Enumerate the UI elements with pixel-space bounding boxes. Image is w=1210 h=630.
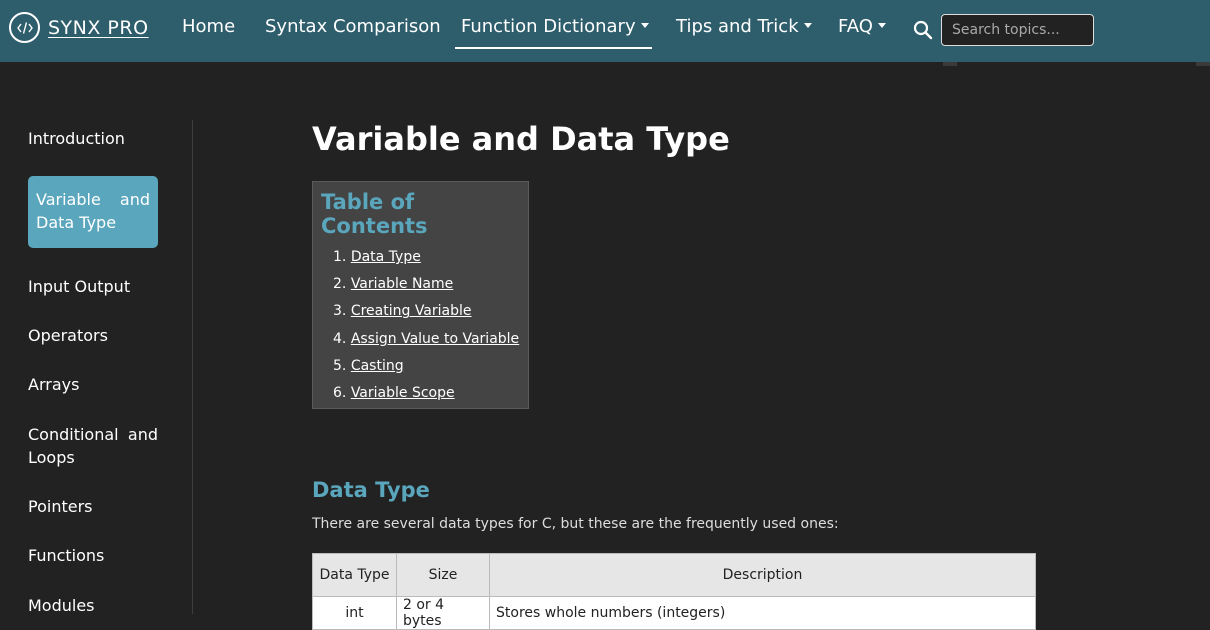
toc-title: Table of Contents — [321, 190, 428, 238]
toc-link-variable-name[interactable]: Variable Name — [351, 276, 453, 292]
caret-down-icon — [803, 22, 812, 28]
toc-item-number: 3. — [333, 303, 347, 320]
top-navbar: SYNX PRO Home Syntax Comparison Function… — [0, 0, 1210, 62]
sidebar-item-label: and — [127, 425, 158, 444]
column-header: Size — [396, 553, 490, 597]
table-of-contents: Table of Contents 1. Data Type 2. Variab… — [312, 181, 529, 409]
toc-link-variable-scope[interactable]: Variable Scope — [351, 385, 455, 401]
divider — [1196, 62, 1210, 66]
column-header: Description — [489, 553, 1036, 597]
table-header-row: Data Type Size Description — [312, 553, 1036, 597]
nav-tips-and-trick[interactable]: Tips and Trick — [676, 16, 812, 37]
toc-item-number: 6. — [333, 385, 347, 402]
sidebar-item-label: Data Type — [36, 213, 117, 232]
section-title: Data Type — [312, 478, 430, 502]
sidebar-item-label: Loops — [28, 448, 75, 467]
table-row: int 2 or 4 bytes Stores whole numbers (i… — [312, 596, 1036, 630]
nav-function-dictionary[interactable]: Function Dictionary — [461, 16, 649, 37]
sidebar-divider — [192, 120, 193, 614]
nav-home[interactable]: Home — [182, 16, 235, 37]
toc-item: 2. Variable Name — [321, 271, 520, 298]
toc-item-number: 2. — [333, 276, 347, 293]
sidebar-item-operators[interactable]: Operators — [28, 324, 158, 347]
brand-name[interactable]: SYNX PRO — [48, 17, 149, 39]
toc-item-number: 1. — [333, 249, 347, 265]
toc-item: 4. Assign Value to Variable — [321, 326, 520, 353]
data-type-table: Data Type Size Description int 2 or 4 by… — [312, 553, 1036, 630]
nav-function-dictionary-label: Function Dictionary — [461, 16, 636, 37]
table-cell: 2 or 4 bytes — [396, 596, 490, 630]
nav-faq[interactable]: FAQ — [838, 16, 886, 37]
sidebar-item-pointers[interactable]: Pointers — [28, 495, 158, 518]
caret-down-icon — [640, 22, 649, 28]
search-icon[interactable] — [913, 20, 933, 44]
column-header: Data Type — [312, 553, 397, 597]
nav-tips-label: Tips and Trick — [676, 16, 799, 37]
divider — [943, 62, 957, 66]
toc-link-creating-variable[interactable]: Creating Variable — [351, 303, 472, 319]
sidebar-item-functions[interactable]: Functions — [28, 544, 158, 567]
sidebar-item-variable-and-data-type[interactable]: Variable and Data Type — [28, 176, 158, 248]
toc-item: 6. Variable Scope — [321, 380, 520, 407]
toc-item: 3. Creating Variable — [321, 298, 520, 325]
sidebar-item-arrays[interactable]: Arrays — [28, 373, 158, 396]
page-title: Variable and Data Type — [312, 120, 730, 158]
sidebar-item-conditional-and-loops[interactable]: Conditional and Loops — [28, 423, 158, 469]
nav-faq-label: FAQ — [838, 16, 873, 37]
toc-link-data-type[interactable]: Data Type — [351, 249, 421, 265]
sidebar-item-introduction[interactable]: Introduction — [28, 127, 158, 150]
sidebar-item-input-output[interactable]: Input Output — [28, 275, 158, 298]
search-input[interactable] — [941, 14, 1094, 46]
sidebar-item-label: Conditional — [28, 425, 119, 444]
toc-item: 1. Data Type — [321, 244, 520, 271]
toc-item: 5. Casting — [321, 353, 520, 380]
toc-link-casting[interactable]: Casting — [351, 358, 404, 374]
toc-item-number: 5. — [333, 357, 347, 374]
section-text: There are several data types for C, but … — [312, 516, 839, 532]
table-cell: Stores whole numbers (integers) — [489, 596, 1036, 630]
nav-syntax-comparison[interactable]: Syntax Comparison — [265, 16, 441, 37]
active-nav-underline — [455, 47, 652, 49]
sidebar-item-label: and — [119, 190, 150, 209]
brand[interactable]: SYNX PRO — [9, 12, 149, 43]
sidebar-item-label: Variable — [36, 190, 101, 209]
caret-down-icon — [877, 22, 886, 28]
table-cell: int — [312, 596, 397, 630]
toc-list: 1. Data Type 2. Variable Name 3. Creatin… — [321, 244, 520, 407]
toc-link-assign-value[interactable]: Assign Value to Variable — [351, 331, 519, 347]
code-logo-icon — [9, 12, 40, 43]
toc-item-number: 4. — [333, 330, 347, 347]
